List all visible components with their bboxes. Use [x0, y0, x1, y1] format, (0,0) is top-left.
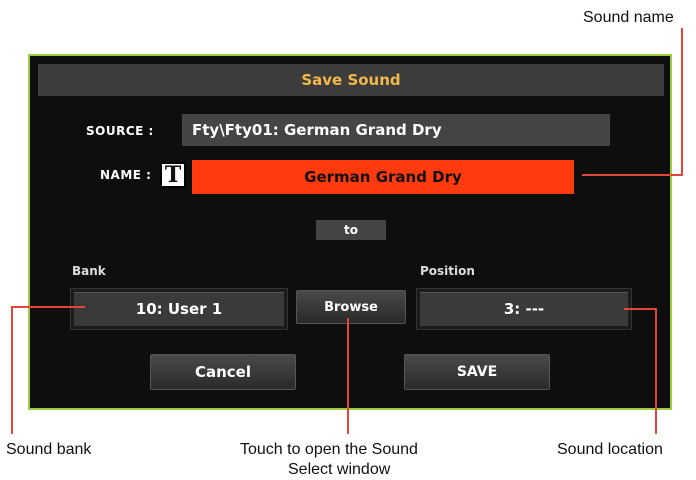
- position-label: Position: [420, 264, 475, 278]
- sound-name-field[interactable]: German Grand Dry: [192, 160, 574, 194]
- to-label: to: [316, 220, 386, 240]
- bank-selector[interactable]: 10: User 1: [70, 288, 288, 330]
- leader-sound-location-h: [624, 308, 657, 310]
- leader-sound-name-v: [681, 28, 683, 175]
- source-label: SOURCE :: [86, 124, 154, 138]
- cancel-button[interactable]: Cancel: [150, 354, 296, 390]
- leader-sound-bank-v: [11, 306, 13, 434]
- leader-browse-v: [347, 318, 349, 434]
- source-field: Fty\Fty01: German Grand Dry: [182, 114, 610, 146]
- callout-sound-location: Sound location: [557, 441, 663, 458]
- save-button[interactable]: SAVE: [404, 354, 550, 390]
- callout-sound-bank: Sound bank: [6, 441, 92, 458]
- position-value: 3: ---: [420, 292, 628, 326]
- callout-touch-select-line2: Select window: [288, 461, 391, 478]
- callout-touch-select-line1: Touch to open the Sound: [240, 441, 418, 458]
- leader-sound-location-v: [655, 308, 657, 434]
- dialog-title: Save Sound: [38, 64, 664, 96]
- text-edit-icon[interactable]: T: [160, 162, 186, 188]
- leader-sound-name-h: [582, 174, 683, 176]
- callout-sound-name: Sound name: [583, 9, 674, 26]
- browse-button[interactable]: Browse: [296, 290, 406, 324]
- bank-value: 10: User 1: [74, 292, 284, 326]
- position-selector[interactable]: 3: ---: [416, 288, 632, 330]
- save-sound-dialog: Save Sound SOURCE : Fty\Fty01: German Gr…: [28, 54, 672, 410]
- bank-label: Bank: [72, 264, 106, 278]
- name-label: NAME :: [100, 168, 152, 182]
- leader-sound-bank-h: [11, 306, 85, 308]
